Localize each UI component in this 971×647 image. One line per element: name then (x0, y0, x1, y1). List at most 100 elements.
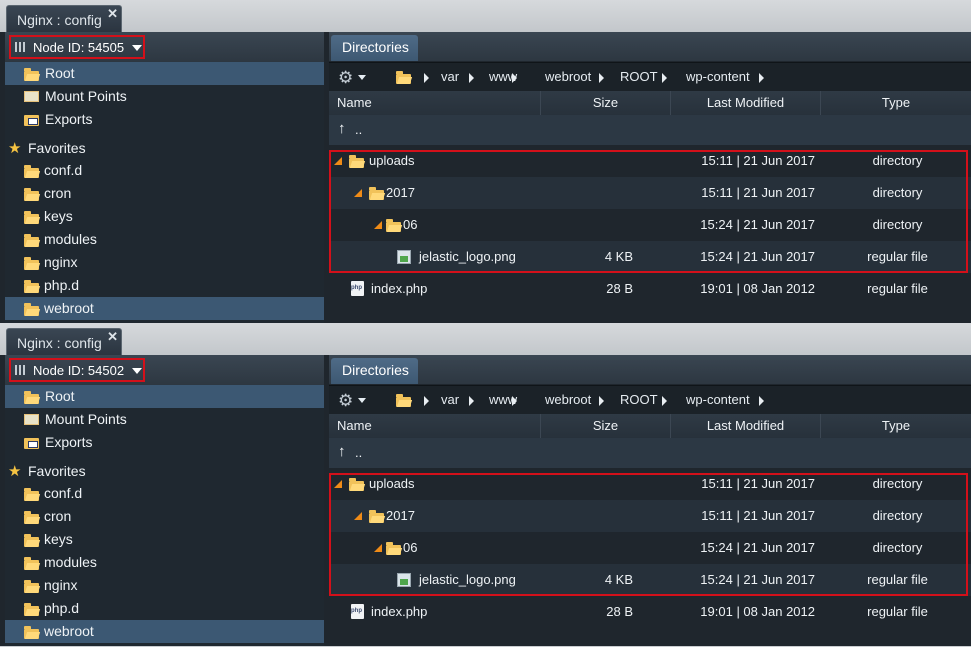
node-selector[interactable]: Node ID: 54502 (9, 358, 145, 382)
breadcrumb: ⚙ var www webroot ROOT wp-content (329, 62, 971, 91)
file-size: 28 B (606, 604, 633, 619)
column-name[interactable]: Name (329, 414, 541, 438)
column-type[interactable]: Type (821, 414, 971, 438)
node-selector[interactable]: Node ID: 54505 (9, 35, 145, 59)
sidebar-item-nginx[interactable]: nginx (5, 574, 324, 597)
sidebar-item-keys[interactable]: keys (5, 528, 324, 551)
tab-directories[interactable]: Directories (331, 35, 418, 61)
sidebar-item-favorites[interactable]: ★ Favorites (5, 137, 324, 160)
folder-open-icon (369, 187, 384, 200)
file-last-modified: 15:24 | 21 Jun 2017 (700, 572, 815, 587)
parent-directory-row[interactable]: ↑ .. (329, 438, 971, 468)
breadcrumb-item[interactable]: var (441, 392, 459, 407)
breadcrumb-item[interactable]: webroot (545, 69, 591, 84)
expand-arrow-icon[interactable] (374, 221, 382, 229)
breadcrumb-item[interactable]: webroot (545, 392, 591, 407)
gear-icon[interactable]: ⚙ (338, 391, 353, 411)
chevron-down-icon[interactable] (358, 75, 366, 80)
folder-icon (24, 234, 39, 247)
file-type: regular file (867, 572, 928, 587)
folder-open-icon[interactable] (396, 71, 411, 84)
column-name[interactable]: Name (329, 91, 541, 115)
file-name: index.php (371, 281, 428, 296)
php-file-icon (351, 604, 364, 619)
breadcrumb-item[interactable]: wp-content (686, 392, 750, 407)
breadcrumb-item[interactable]: wp-content (686, 69, 750, 84)
tab-nginx-config[interactable]: Nginx : config ✕ (6, 5, 122, 32)
sidebar-item-conf-d[interactable]: conf.d (5, 159, 324, 182)
parent-directory-label: .. (355, 445, 363, 460)
table-row[interactable]: index.php 28 B 19:01 | 08 Jan 2012 regular … (329, 273, 971, 305)
column-type[interactable]: Type (821, 91, 971, 115)
sidebar-item-label: nginx (44, 254, 78, 270)
sidebar-item-label: php.d (44, 277, 80, 293)
sidebar-item-php-d[interactable]: php.d (5, 597, 324, 620)
file-last-modified: 15:11 | 21 Jun 2017 (701, 476, 815, 491)
column-last-modified[interactable]: Last Modified (671, 414, 821, 438)
sidebar-item-php-d[interactable]: php.d (5, 274, 324, 297)
sidebar-item-keys[interactable]: keys (5, 205, 324, 228)
sidebar-item-webroot[interactable]: webroot (5, 620, 324, 643)
file-name: 06 (403, 540, 418, 555)
up-arrow-icon: ↑ (338, 443, 346, 460)
table-row[interactable]: uploads 15:11 | 21 Jun 2017 directory (329, 145, 971, 177)
sidebar-item-favorites[interactable]: ★ Favorites (5, 460, 324, 483)
file-size: 4 KB (604, 249, 633, 264)
sidebar-item-mount-points[interactable]: Mount Points (5, 85, 324, 108)
table-row[interactable]: jelastic_logo.png 4 KB 15:24 | 21 Jun 2017… (329, 241, 971, 273)
sidebar-item-root[interactable]: Root (5, 385, 324, 408)
chevron-right-icon (759, 396, 764, 406)
column-size[interactable]: Size (541, 414, 671, 438)
chevron-down-icon[interactable] (358, 398, 366, 403)
column-last-modified[interactable]: Last Modified (671, 91, 821, 115)
sidebar-item-exports[interactable]: Exports (5, 431, 324, 454)
expand-arrow-icon[interactable] (334, 157, 342, 165)
file-manager-panel: Nginx : config ✕ Node ID: 54502 Root Moun… (0, 323, 971, 646)
parent-directory-row[interactable]: ↑ .. (329, 115, 971, 145)
sidebar-item-cron[interactable]: cron (5, 505, 324, 528)
expand-arrow-icon[interactable] (334, 480, 342, 488)
sidebar-item-exports[interactable]: Exports (5, 108, 324, 131)
sidebar-item-cron[interactable]: cron (5, 182, 324, 205)
chevron-right-icon (424, 396, 429, 406)
breadcrumb-item[interactable]: var (441, 69, 459, 84)
sidebar-item-label: Mount Points (45, 411, 127, 427)
star-icon: ★ (8, 140, 22, 157)
table-row[interactable]: jelastic_logo.png 4 KB 15:24 | 21 Jun 2017… (329, 564, 971, 596)
gear-icon[interactable]: ⚙ (338, 68, 353, 88)
table-row[interactable]: 2017 15:11 | 21 Jun 2017 directory (329, 500, 971, 532)
tab-directories[interactable]: Directories (331, 358, 418, 384)
sidebar-item-nginx[interactable]: nginx (5, 251, 324, 274)
sidebar-item-label: webroot (44, 300, 94, 316)
file-last-modified: 15:24 | 21 Jun 2017 (700, 540, 815, 555)
breadcrumb-item[interactable]: ROOT (620, 69, 658, 84)
table-row[interactable]: 2017 15:11 | 21 Jun 2017 directory (329, 177, 971, 209)
close-icon[interactable]: ✕ (107, 329, 118, 345)
expand-arrow-icon[interactable] (354, 189, 362, 197)
directory-view: Directories ⚙ var www webroot ROOT wp-conten… (329, 355, 971, 646)
breadcrumb: ⚙ var www webroot ROOT wp-content (329, 385, 971, 414)
column-size[interactable]: Size (541, 91, 671, 115)
sidebar-item-mount-points[interactable]: Mount Points (5, 408, 324, 431)
file-last-modified: 15:11 | 21 Jun 2017 (701, 508, 815, 523)
expand-arrow-icon[interactable] (374, 544, 382, 552)
tab-nginx-config[interactable]: Nginx : config ✕ (6, 328, 122, 355)
close-icon[interactable]: ✕ (107, 6, 118, 22)
table-row[interactable]: index.php 28 B 19:01 | 08 Jan 2012 regular … (329, 596, 971, 628)
breadcrumb-item[interactable]: ROOT (620, 392, 658, 407)
sidebar-item-root[interactable]: Root (5, 62, 324, 85)
table-row[interactable]: uploads 15:11 | 21 Jun 2017 directory (329, 468, 971, 500)
file-type: directory (872, 217, 923, 232)
folder-open-icon[interactable] (396, 394, 411, 407)
tab-directories-label: Directories (342, 362, 409, 378)
expand-arrow-icon[interactable] (354, 512, 362, 520)
table-row[interactable]: 06 15:24 | 21 Jun 2017 directory (329, 209, 971, 241)
sidebar-item-conf-d[interactable]: conf.d (5, 482, 324, 505)
sidebar-item-webroot[interactable]: webroot (5, 297, 324, 320)
sidebar-item-label: keys (44, 531, 73, 547)
file-size: 28 B (606, 281, 633, 296)
sidebar-item-modules[interactable]: modules (5, 551, 324, 574)
sidebar-item-modules[interactable]: modules (5, 228, 324, 251)
file-name: jelastic_logo.png (419, 249, 516, 264)
table-row[interactable]: 06 15:24 | 21 Jun 2017 directory (329, 532, 971, 564)
